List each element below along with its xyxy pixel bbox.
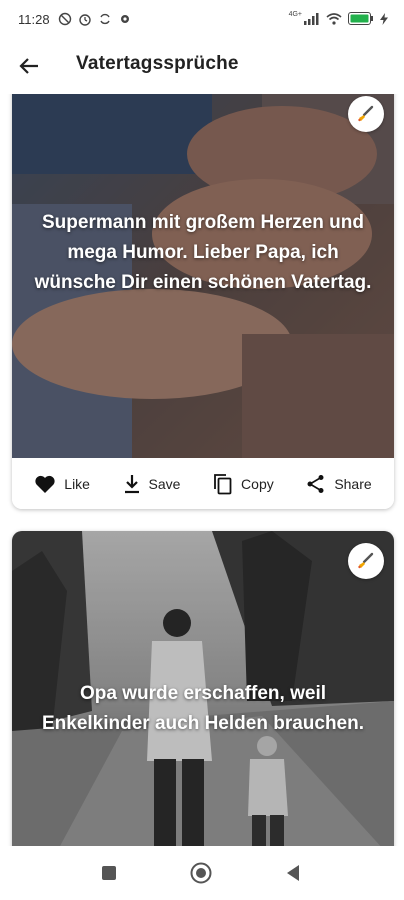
paint-brush-icon bbox=[358, 105, 374, 122]
heart-icon bbox=[35, 475, 55, 493]
share-icon bbox=[307, 474, 324, 493]
download-icon bbox=[124, 474, 139, 493]
charging-icon bbox=[380, 12, 388, 25]
edit-style-button[interactable] bbox=[348, 96, 384, 132]
system-nav-bar bbox=[0, 846, 404, 900]
home-button[interactable] bbox=[188, 860, 214, 886]
share-button[interactable]: Share bbox=[306, 474, 372, 494]
status-bar: 11:28 4G+ bbox=[0, 0, 404, 42]
share-label: Share bbox=[334, 475, 372, 492]
back-triangle-icon bbox=[287, 865, 299, 881]
copy-icon bbox=[214, 473, 232, 494]
cellular-signal-icon bbox=[304, 12, 319, 25]
back-button[interactable] bbox=[14, 52, 44, 80]
card-actions: Like Save Copy Share bbox=[12, 458, 394, 509]
quote-feed[interactable]: Supermann mit großem Herzen und mega Hum… bbox=[0, 94, 404, 846]
battery-icon bbox=[348, 12, 373, 25]
nav-back-button[interactable] bbox=[280, 860, 306, 886]
home-circle-icon bbox=[190, 862, 212, 884]
do-not-disturb-icon bbox=[58, 12, 72, 26]
network-label: 4G+ bbox=[288, 11, 302, 18]
copy-button[interactable]: Copy bbox=[213, 473, 274, 495]
quote-text: Opa wurde erschaffen, weil Enkelkinder a… bbox=[41, 683, 365, 734]
quote-card: Opa wurde erschaffen, weil Enkelkinder a… bbox=[12, 531, 394, 846]
quote-text: Supermann mit großem Herzen und mega Hum… bbox=[34, 212, 372, 293]
paint-brush-icon bbox=[358, 552, 374, 569]
save-button[interactable]: Save bbox=[123, 474, 181, 494]
like-button[interactable]: Like bbox=[34, 474, 90, 494]
page-title: Vatertagssprüche bbox=[76, 53, 239, 74]
quote-card: Supermann mit großem Herzen und mega Hum… bbox=[12, 94, 394, 509]
recents-button[interactable] bbox=[96, 860, 122, 886]
app-bar: Vatertagssprüche bbox=[0, 42, 404, 90]
status-icons-right: 4G+ bbox=[288, 11, 388, 25]
copy-label: Copy bbox=[241, 475, 274, 492]
sync-icon bbox=[100, 13, 110, 25]
alarm-icon bbox=[79, 14, 91, 26]
status-time: 11:28 bbox=[18, 12, 50, 27]
recents-square-icon bbox=[102, 866, 116, 880]
status-icons-left bbox=[58, 12, 132, 26]
save-label: Save bbox=[148, 475, 181, 492]
edit-style-button[interactable] bbox=[348, 543, 384, 579]
wifi-icon bbox=[326, 12, 342, 25]
settings-icon bbox=[121, 15, 129, 23]
arrow-left-icon bbox=[19, 58, 38, 74]
like-label: Like bbox=[64, 475, 90, 492]
